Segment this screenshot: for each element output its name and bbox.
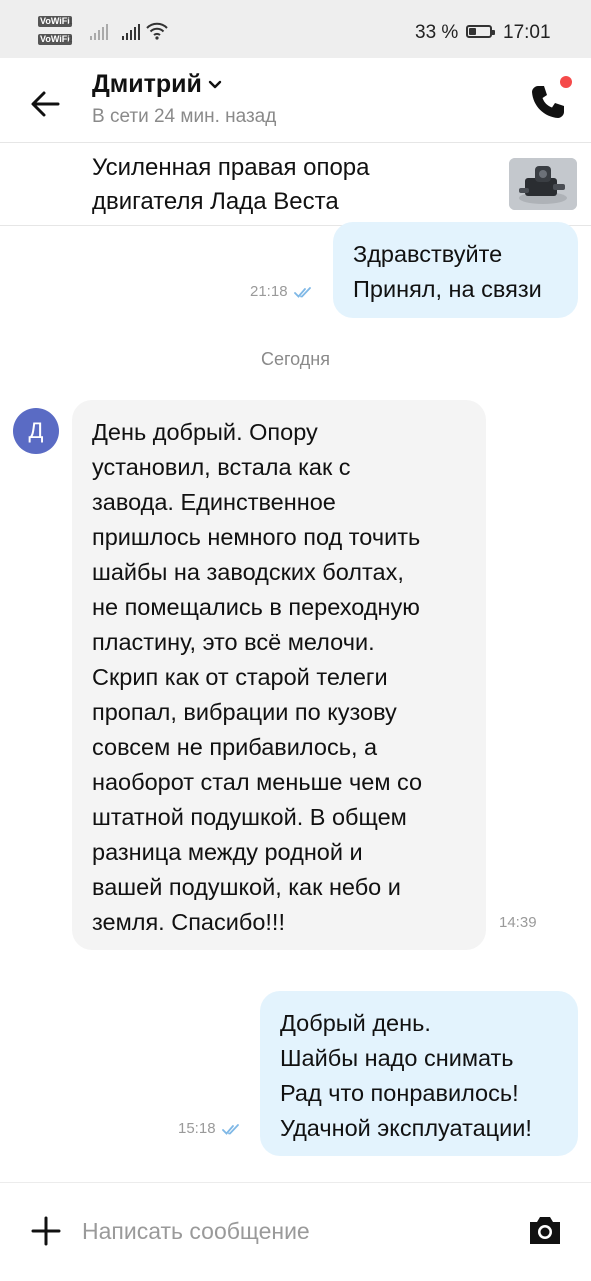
message-line: Шайбы надо снимать (280, 1045, 514, 1071)
message-bubble-outgoing[interactable]: Здравствуйте Принял, на связи (333, 222, 578, 318)
signal-icon (90, 24, 108, 40)
message-line: пропал, вибрации по кузову (92, 699, 397, 725)
contact-name-dropdown[interactable]: Дмитрий (92, 70, 222, 99)
vowifi-2-icon: VoWiFi (38, 34, 72, 45)
chat-header: Дмитрий В сети 24 мин. назад (0, 58, 591, 143)
message-line: установил, встала как с (92, 454, 351, 480)
message-line: Здравствуйте (353, 241, 503, 267)
chevron-down-icon (208, 80, 222, 88)
message-line: пришлось немного под точить (92, 524, 421, 550)
message-meta: 21:18 (250, 283, 314, 300)
message-meta: 14:39 (499, 914, 537, 931)
status-bar: VoWiFi 1 VoWiFi 2 33 % 17:01 (0, 0, 591, 58)
battery-icon (466, 25, 495, 38)
camera-icon[interactable] (526, 1213, 564, 1247)
message-line: совсем не прибавилось, а (92, 734, 378, 760)
message-time: 15:18 (178, 1120, 216, 1137)
listing-title: Усиленная правая опора двигателя Лада Ве… (92, 154, 370, 215)
message-line: земля. Спасибо!!! (92, 909, 285, 935)
message-composer (0, 1182, 591, 1281)
message-bubble-incoming[interactable]: День добрый. Опору установил, встала как … (72, 400, 486, 950)
message-meta: 15:18 (178, 1120, 242, 1137)
message-line: не помещались в переходную (92, 594, 420, 620)
message-line: разница между родной и (92, 839, 363, 865)
engine-mount-image (509, 158, 577, 210)
phone-icon[interactable] (528, 82, 568, 122)
back-arrow-icon[interactable] (28, 86, 64, 122)
contact-avatar[interactable]: Д (13, 408, 59, 454)
status-time: 17:01 (503, 22, 551, 43)
contact-name: Дмитрий (92, 70, 202, 98)
message-line: завода. Единственное (92, 489, 336, 515)
message-line: Скрип как от старой телеги (92, 664, 388, 690)
battery-level-fill (469, 28, 476, 35)
message-line: вашей подушкой, как небо и (92, 874, 401, 900)
message-line: наоборот стал меньше чем со (92, 769, 423, 795)
sim-1-label: 1 (68, 17, 73, 26)
listing-thumbnail (509, 158, 577, 210)
message-input[interactable] (82, 1213, 502, 1249)
message-line: Добрый день. (280, 1010, 431, 1036)
message-line: Рад что понравилось! (280, 1080, 519, 1106)
message-time: 21:18 (250, 283, 288, 300)
read-checkmarks-icon (293, 286, 311, 298)
message-line: шайбы на заводских болтах, (92, 559, 404, 585)
signal-icon (122, 24, 140, 40)
message-line: пластину, это всё мелочи. (92, 629, 375, 655)
message-line: Принял, на связи (353, 276, 542, 302)
read-checkmarks-icon (221, 1123, 239, 1135)
battery-percent: 33 % (415, 22, 459, 43)
notification-dot (560, 76, 572, 88)
message-line: штатной подушкой. В общем (92, 804, 407, 830)
message-bubble-outgoing[interactable]: Добрый день. Шайбы надо снимать Рад что по… (260, 991, 578, 1156)
wifi-icon (146, 22, 168, 40)
message-line: Удачной эксплуатации! (280, 1115, 532, 1141)
listing-card[interactable]: Усиленная правая опора двигателя Лада Ве… (0, 143, 591, 226)
plus-icon[interactable] (30, 1215, 62, 1247)
vowifi-1-icon: VoWiFi (38, 16, 72, 27)
message-time: 14:39 (499, 914, 537, 931)
contact-status: В сети 24 мин. назад (92, 106, 277, 127)
date-separator: Сегодня (261, 349, 330, 369)
message-line: День добрый. Опору (92, 419, 318, 445)
sim-2-label: 2 (68, 35, 73, 44)
